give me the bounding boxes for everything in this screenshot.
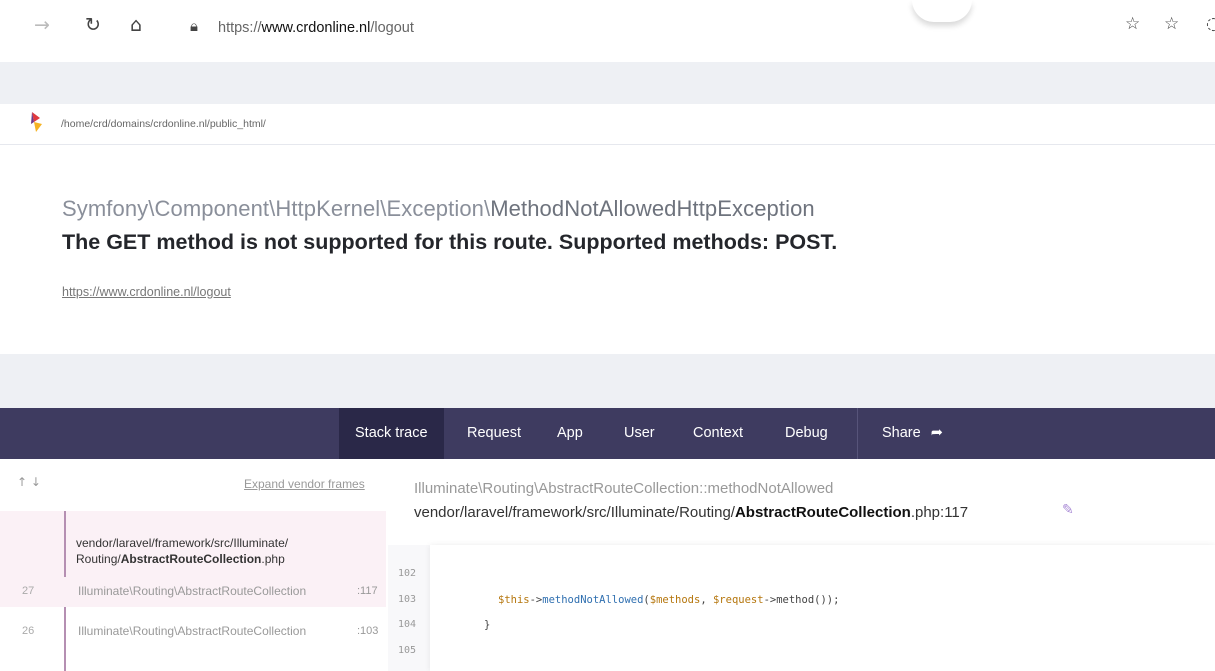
exception-message: The GET method is not supported for this… — [62, 230, 838, 254]
code-snippet — [430, 545, 1215, 671]
code-token: $methods — [649, 594, 701, 606]
frame-navigation-arrows-icon[interactable]: ↑ ↓ — [17, 475, 41, 489]
code-token: methodNotAllowed — [542, 594, 644, 606]
code-token: , — [700, 594, 713, 606]
home-icon[interactable]: ⌂ — [130, 16, 142, 35]
line-number: 104 — [398, 619, 417, 630]
tab-separator — [857, 408, 858, 459]
frame-file-dir: Routing/ — [76, 552, 121, 566]
tab-app[interactable]: App — [557, 408, 583, 459]
url-prefix: https:// — [218, 20, 262, 36]
selected-frame-file: vendor/laravel/framework/src/Illuminate/… — [76, 535, 356, 567]
header-gap — [0, 62, 1215, 104]
code-file-dir: vendor/laravel/framework/src/Illuminate/… — [414, 504, 735, 521]
url-path: /logout — [370, 20, 414, 36]
add-favorite-icon[interactable]: ☆ — [1125, 16, 1140, 33]
address-bar[interactable]: https://www.crdonline.nl/logout — [218, 20, 414, 36]
share-arrow-icon: ➦ — [930, 425, 943, 441]
lock-icon: 🔒︎ — [190, 17, 198, 35]
expand-vendor-frames-link[interactable]: Expand vendor frames — [244, 477, 365, 491]
forward-arrow-icon[interactable]: → — [34, 16, 50, 35]
section-gap — [0, 354, 1215, 408]
tab-user[interactable]: User — [624, 408, 655, 459]
tab-share[interactable]: Share ➦ — [882, 408, 943, 459]
browser-toolbar: → ↻ ⌂ 🔒︎ https://www.crdonline.nl/logout… — [0, 0, 1215, 62]
frame-class: Illuminate\Routing\AbstractRouteCollecti… — [78, 584, 307, 598]
code-line-104: } — [484, 619, 491, 631]
exception-class: Symfony\Component\HttpKernel\Exception\M… — [62, 196, 815, 222]
tab-bar: Stack trace Request App User Context Deb… — [0, 408, 1215, 459]
reload-icon[interactable]: ↻ — [85, 16, 101, 35]
collections-icon[interactable]: ◌ — [1206, 16, 1215, 33]
frame-file-ext: .php — [261, 552, 285, 566]
line-number: 105 — [398, 645, 417, 656]
code-file-line: .php:117 — [910, 504, 969, 521]
frame-file-name: AbstractRouteCollection — [120, 552, 262, 566]
tab-request[interactable]: Request — [467, 408, 521, 459]
frame-file-line1: vendor/laravel/framework/src/Illuminate/ — [76, 536, 289, 550]
stack-frame-row[interactable]: 26 Illuminate\Routing\AbstractRouteColle… — [0, 617, 386, 647]
frame-number: 27 — [22, 585, 35, 597]
frame-line: :103 — [357, 625, 379, 637]
method-reference: Illuminate\Routing\AbstractRouteCollecti… — [414, 480, 834, 497]
code-token: $this — [498, 594, 530, 606]
code-line-103: $this->methodNotAllowed($methods, $reque… — [498, 594, 839, 606]
tab-debug[interactable]: Debug — [785, 408, 828, 459]
edit-pencil-icon[interactable]: ✎ — [1062, 502, 1074, 518]
tab-context[interactable]: Context — [693, 408, 743, 459]
code-file-name: AbstractRouteCollection — [734, 504, 911, 521]
favorites-icon[interactable]: ☆ — [1164, 16, 1179, 33]
line-number: 103 — [398, 594, 417, 605]
frame-line: :117 — [357, 585, 378, 597]
code-token: ->method()); — [763, 594, 840, 606]
stack-frame-row[interactable]: 27 Illuminate\Routing\AbstractRouteColle… — [0, 577, 386, 607]
code-token: -> — [529, 594, 543, 606]
extension-popup-edge — [912, 0, 972, 22]
url-host: www.crdonline.nl — [261, 20, 371, 36]
code-token: $request — [712, 594, 764, 606]
exception-url-link[interactable]: https://www.crdonline.nl/logout — [62, 285, 231, 299]
frame-number: 26 — [22, 625, 35, 637]
code-file-path: vendor/laravel/framework/src/Illuminate/… — [414, 504, 968, 521]
tab-stack-trace[interactable]: Stack trace — [339, 408, 444, 459]
exception-namespace: Symfony\Component\HttpKernel\Exception\ — [62, 196, 491, 221]
line-number: 102 — [398, 568, 417, 579]
exception-class-name: MethodNotAllowedHttpException — [490, 196, 815, 221]
app-path: /home/crd/domains/crdonline.nl/public_ht… — [61, 118, 266, 130]
ignition-logo-icon — [31, 112, 42, 132]
frame-class: Illuminate\Routing\AbstractRouteCollecti… — [78, 624, 307, 638]
share-label: Share — [882, 425, 921, 441]
